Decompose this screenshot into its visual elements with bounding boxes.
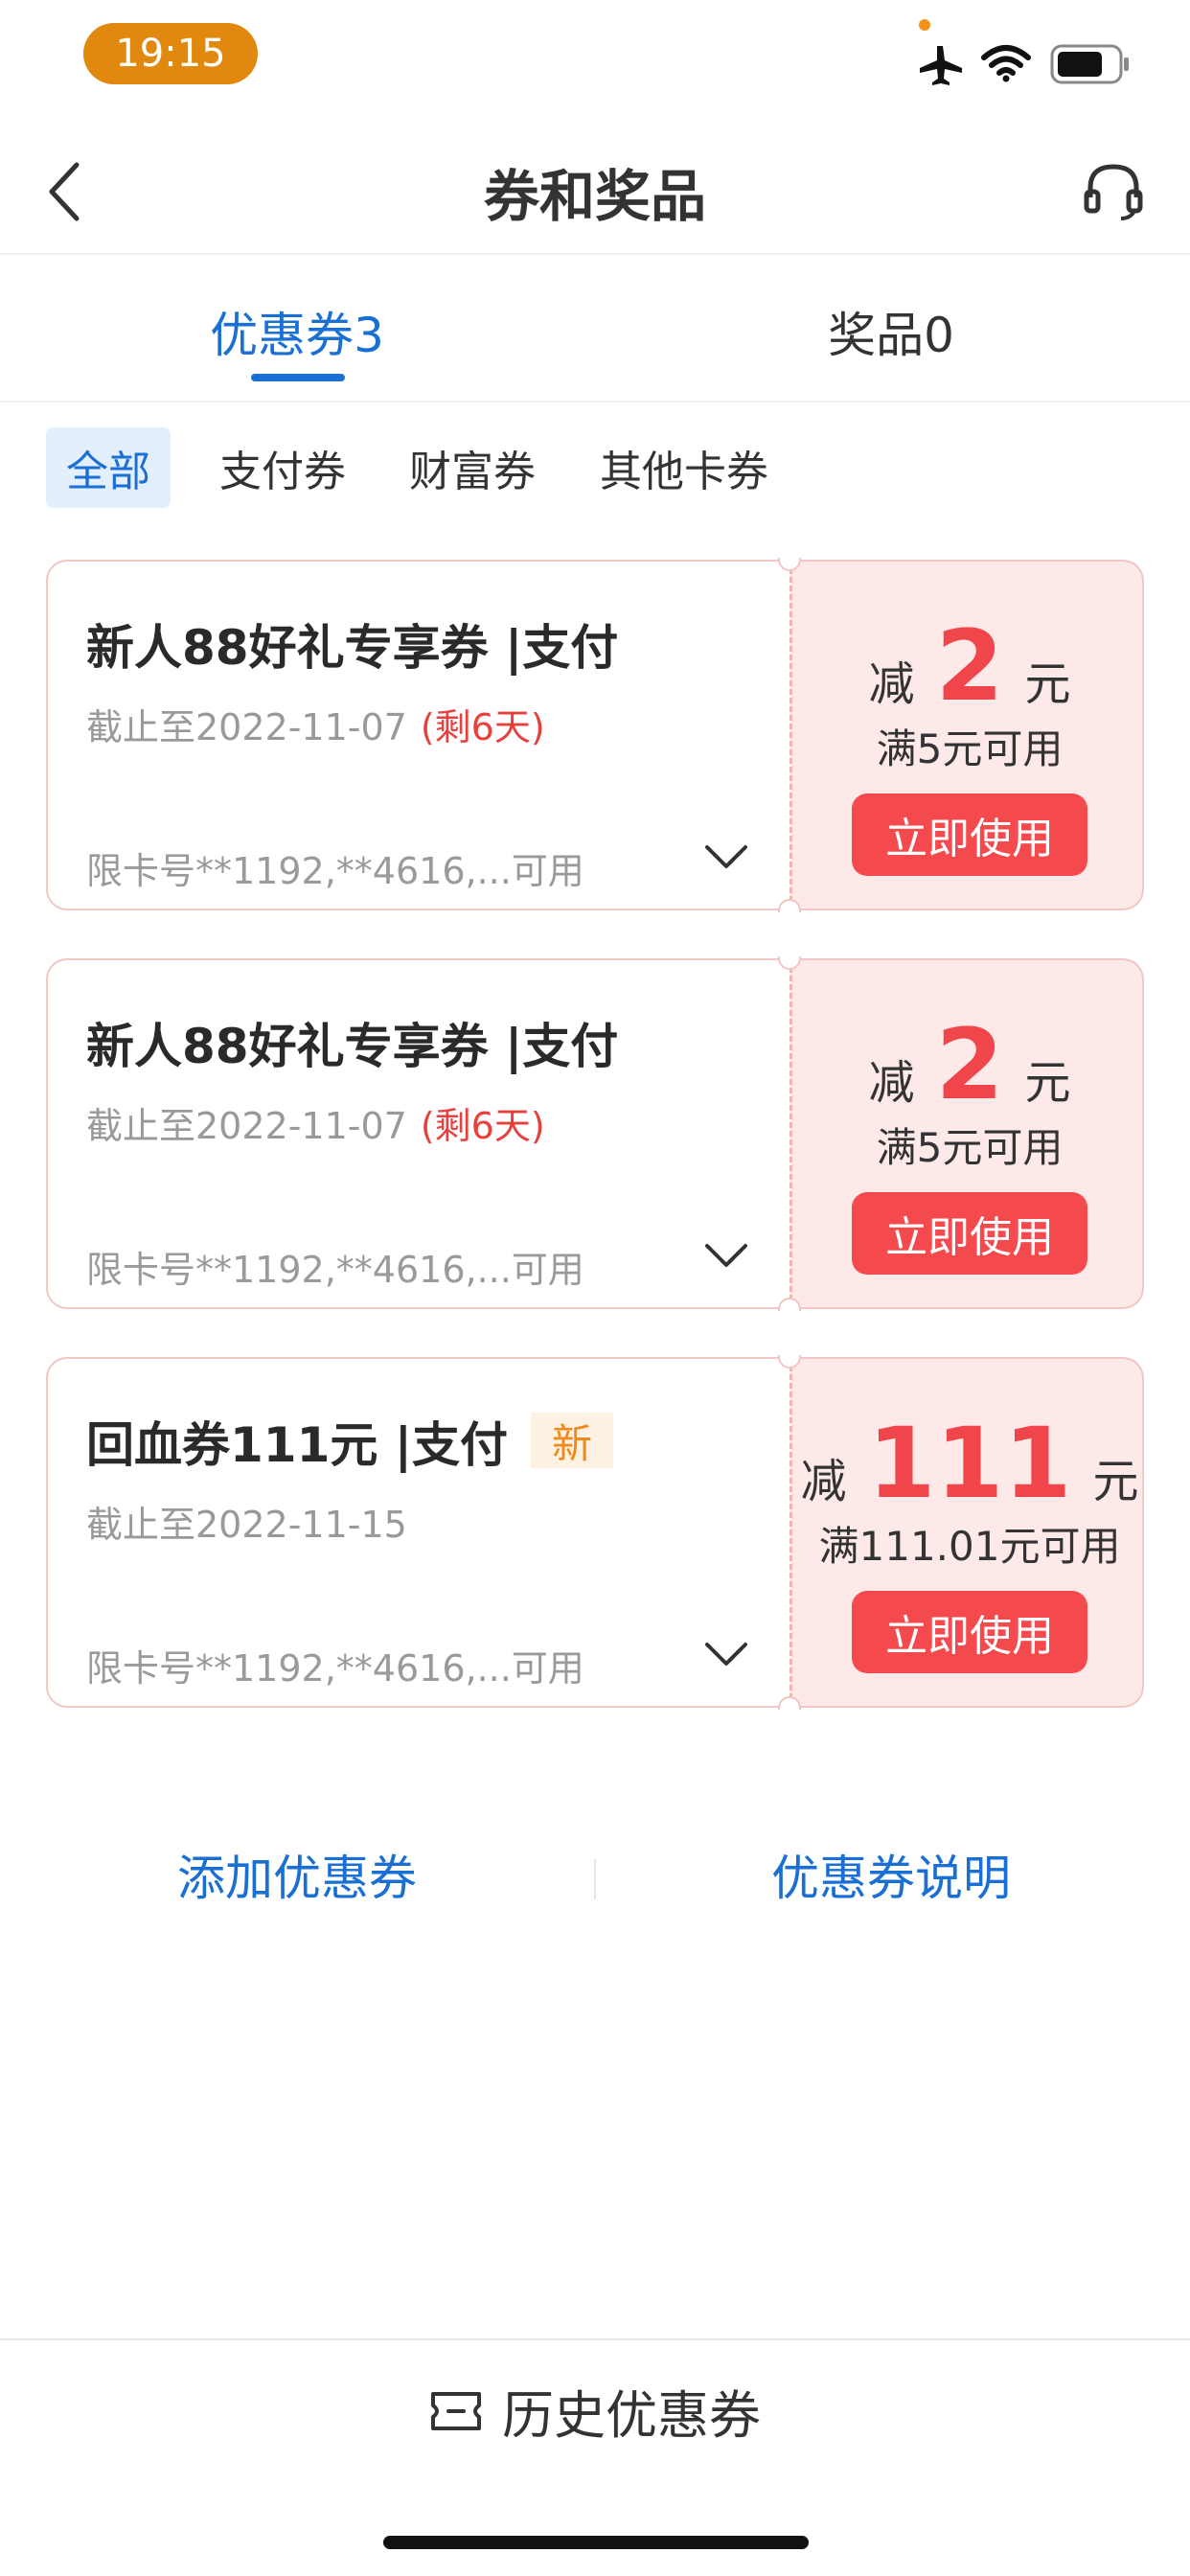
coupon-card[interactable]: 回血券111元 |支付 新 截止至2022-11-15 限卡号**1192,**…	[46, 1355, 1144, 1710]
coupon-info: 新人88好礼专享券 |支付 截止至2022-11-07 (剩6天) 限卡号**11…	[46, 958, 790, 1309]
airplane-icon	[920, 46, 962, 85]
coupon-prefix: 减	[868, 1056, 915, 1110]
coupon-title: 回血券111元 |支付	[86, 1417, 509, 1473]
coupon-expiry: 截止至2022-11-07 (剩6天)	[86, 1105, 545, 1147]
coupon-condition: 满5元可用	[876, 1124, 1064, 1171]
filter-wealth[interactable]: 财富券	[391, 427, 554, 508]
use-now-button[interactable]: 立即使用	[852, 1192, 1087, 1275]
coupon-title: 新人88好礼专享券 |支付	[86, 1019, 619, 1074]
coupon-amount: 2	[935, 610, 1004, 724]
coupon-unit: 元	[1024, 657, 1071, 711]
active-tab-indicator	[251, 374, 345, 381]
coupon-amount: 111	[867, 1407, 1072, 1521]
filter-other-cards[interactable]: 其他卡券	[588, 427, 780, 508]
ticket-icon	[431, 2391, 481, 2430]
battery-icon	[1050, 44, 1129, 84]
coupon-value: 减 2 元 满5元可用 立即使用	[790, 560, 1144, 910]
coupon-value: 减 2 元 满5元可用 立即使用	[790, 958, 1144, 1309]
coupon-card-limit: 限卡号**1192,**4616,...可用	[86, 850, 584, 892]
history-coupons-label: 历史优惠券	[502, 2385, 761, 2446]
tab-prizes[interactable]: 奖品0	[747, 297, 1035, 366]
chevron-down-icon[interactable]	[703, 1236, 749, 1275]
chevron-down-icon[interactable]	[703, 1635, 749, 1673]
use-now-button[interactable]: 立即使用	[852, 1591, 1087, 1673]
coupon-info: 新人88好礼专享券 |支付 截止至2022-11-07 (剩6天) 限卡号**11…	[46, 560, 790, 910]
coupon-condition: 满111.01元可用	[818, 1523, 1121, 1570]
coupon-title: 新人88好礼专享券 |支付	[86, 620, 619, 676]
history-coupons-button[interactable]: 历史优惠券	[0, 2373, 1190, 2449]
coupon-remaining: (剩6天)	[420, 1105, 545, 1147]
coupon-card-limit: 限卡号**1192,**4616,...可用	[86, 1249, 584, 1291]
coupon-explanation-link[interactable]: 优惠券说明	[699, 1840, 1083, 1909]
coupon-remaining: (剩6天)	[420, 706, 545, 748]
nav-divider	[0, 253, 1190, 255]
coupon-info: 回血券111元 |支付 新 截止至2022-11-15 限卡号**1192,**…	[46, 1357, 790, 1708]
add-coupon-link[interactable]: 添加优惠券	[105, 1840, 489, 1909]
home-indicator[interactable]	[383, 2536, 809, 2549]
status-time: 19:15	[83, 23, 258, 84]
coupon-value: 减 111 元 满111.01元可用 立即使用	[790, 1357, 1144, 1708]
coupon-card-limit: 限卡号**1192,**4616,...可用	[86, 1647, 584, 1690]
coupon-card[interactable]: 新人88好礼专享券 |支付 截止至2022-11-07 (剩6天) 限卡号**11…	[46, 956, 1144, 1311]
privacy-indicator-dot	[919, 19, 930, 31]
wifi-icon	[981, 45, 1031, 82]
coupon-expiry: 截止至2022-11-15	[86, 1504, 407, 1546]
headset-icon[interactable]	[1083, 159, 1144, 220]
use-now-button[interactable]: 立即使用	[852, 794, 1087, 876]
coupon-condition: 满5元可用	[876, 725, 1064, 772]
coupon-prefix: 减	[800, 1455, 847, 1508]
filter-all[interactable]: 全部	[46, 427, 171, 508]
filter-payment[interactable]: 支付券	[201, 427, 364, 508]
coupon-amount: 2	[935, 1008, 1004, 1122]
coupon-card[interactable]: 新人88好礼专享券 |支付 截止至2022-11-07 (剩6天) 限卡号**11…	[46, 558, 1144, 912]
tab-coupons[interactable]: 优惠券3	[153, 297, 441, 366]
tabs-divider	[0, 401, 1190, 402]
coupon-prefix: 减	[868, 657, 915, 711]
coupon-unit: 元	[1092, 1455, 1139, 1508]
bottom-divider	[0, 2338, 1190, 2340]
new-badge: 新	[531, 1413, 613, 1468]
coupon-expiry: 截止至2022-11-07 (剩6天)	[86, 706, 545, 748]
chevron-down-icon[interactable]	[703, 838, 749, 876]
page-title: 券和奖品	[483, 164, 706, 229]
link-separator	[594, 1859, 596, 1899]
coupon-unit: 元	[1024, 1056, 1071, 1110]
